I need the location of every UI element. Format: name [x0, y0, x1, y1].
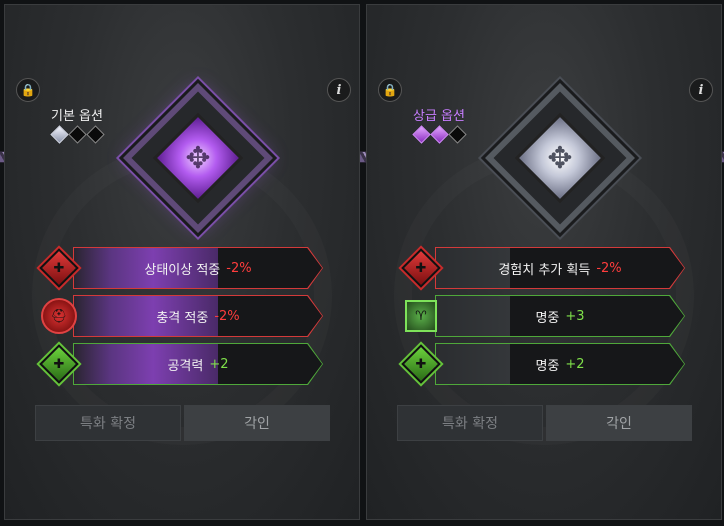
option-value: -2%	[226, 260, 252, 276]
grade-label: 기본 옵션	[51, 109, 103, 124]
option-name: 충격 적중	[156, 310, 209, 326]
option-row[interactable]: ✚ 공격력 +2	[39, 342, 329, 386]
info-icon[interactable]: i	[327, 78, 351, 102]
specialize-confirm-button[interactable]: 특화 확정	[35, 405, 181, 441]
engrave-button[interactable]: 각인	[184, 405, 330, 441]
grade-pip-filled	[50, 125, 69, 144]
grade-pip-empty	[68, 125, 87, 144]
grade-pip-empty	[448, 125, 467, 144]
grade-pips	[412, 125, 467, 144]
specialize-confirm-button[interactable]: 특화 확정	[397, 405, 543, 441]
option-value: +2	[565, 356, 585, 372]
option-name: 상태이상 적중	[144, 262, 221, 278]
celtic-knot-icon: ✥	[547, 140, 573, 176]
grade-pip-empty	[86, 125, 105, 144]
lock-icon[interactable]: 🔒	[16, 78, 40, 102]
option-value: -2%	[214, 308, 240, 324]
option-value: +3	[565, 308, 585, 324]
base-option-panel: 🔒 i 기본 옵션 ✥ ✚ 상태이상 적중 -2% ⛑ 충격 적중 -2% ✚ …	[4, 4, 360, 520]
option-row[interactable]: ⛑ 충격 적중 -2%	[39, 294, 329, 338]
rune-emblem-silver: ✥	[485, 83, 635, 233]
option-value: +2	[209, 356, 229, 372]
option-name: 경험치 추가 획득	[498, 262, 591, 278]
option-row[interactable]: ✚ 명중 +2	[401, 342, 691, 386]
grade-pip-filled	[430, 125, 449, 144]
option-name: 명중	[535, 358, 560, 374]
info-icon[interactable]: i	[689, 78, 713, 102]
advanced-option-panel: 🔒 i 상급 옵션 ✥ ✚ 경험치 추가 획득 -2% ♈ 명중 +3 ✚ 명중…	[366, 4, 722, 520]
grade-label: 상급 옵션	[413, 109, 465, 124]
option-name: 공격력	[167, 358, 204, 374]
option-row[interactable]: ✚ 경험치 추가 획득 -2%	[401, 246, 691, 290]
option-row[interactable]: ♈ 명중 +3	[401, 294, 691, 338]
option-name: 명중	[535, 310, 560, 326]
option-value: -2%	[596, 260, 622, 276]
rune-emblem-purple: ✥	[123, 83, 273, 233]
celtic-knot-icon: ✥	[185, 140, 211, 176]
option-row[interactable]: ✚ 상태이상 적중 -2%	[39, 246, 329, 290]
engrave-button[interactable]: 각인	[546, 405, 692, 441]
lock-icon[interactable]: 🔒	[378, 78, 402, 102]
grade-pip-filled	[412, 125, 431, 144]
grade-pips	[50, 125, 105, 144]
